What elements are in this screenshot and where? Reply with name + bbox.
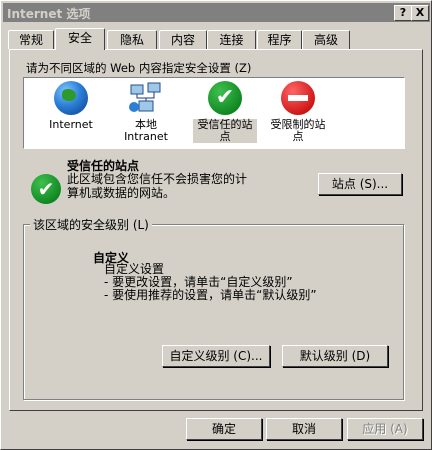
apply-button[interactable]: 应用 (A) — [347, 418, 423, 440]
zone-internet-label: Internet — [49, 118, 93, 131]
default-level-button[interactable]: 默认级别 (D) — [282, 345, 388, 367]
help-button[interactable]: ? — [394, 5, 412, 21]
tab-connections[interactable]: 连接 — [207, 30, 256, 49]
zone-trusted-sites-label: 受信任的站点 — [193, 119, 257, 143]
zone-trusted-sites[interactable]: ✔ 受信任的站点 — [187, 81, 263, 143]
zone-internet[interactable]: Internet — [33, 81, 109, 131]
zone-prompt: 请为不同区域的 Web 内容指定安全设置 (Z) — [26, 61, 252, 75]
zone-restricted-sites-label: 受限制的站点 — [270, 118, 326, 143]
intranet-icon — [129, 81, 163, 115]
tab-programs[interactable]: 程序 — [257, 30, 302, 49]
selected-zone-description: 此区域包含您信任不会损害您的计算机或数据的网站。 — [67, 172, 248, 200]
security-level-group — [23, 224, 404, 400]
zone-list: Internet 本地 Intranet ✔ 受信任的站点 受限制的站点 — [23, 77, 405, 149]
trusted-check-icon: ✔ — [208, 81, 242, 115]
window-title: Internet 选项 — [7, 7, 91, 21]
ok-button[interactable]: 确定 — [186, 418, 262, 440]
cancel-button[interactable]: 取消 — [266, 418, 342, 440]
tab-security[interactable]: 安全 — [55, 28, 105, 50]
title-bar[interactable]: Internet 选项 ? X — [3, 3, 430, 22]
tab-privacy[interactable]: 隐私 — [107, 30, 157, 49]
zone-restricted-sites[interactable]: 受限制的站点 — [260, 81, 336, 143]
security-level-label: 该区域的安全级别 (L) — [30, 216, 152, 233]
zone-local-intranet[interactable]: 本地 Intranet — [108, 81, 184, 143]
security-level-line-3: - 要使用推荐的设置，请单击“默认级别” — [104, 288, 317, 302]
close-button[interactable]: X — [411, 5, 429, 21]
globe-icon — [54, 81, 88, 115]
restricted-stop-icon — [281, 81, 315, 115]
tab-general[interactable]: 常规 — [8, 30, 54, 49]
sites-button[interactable]: 站点 (S)... — [318, 173, 402, 195]
custom-level-button[interactable]: 自定义级别 (C)... — [162, 345, 270, 367]
trusted-check-icon-large: ✔ — [31, 174, 61, 204]
tab-advanced[interactable]: 高级 — [302, 30, 350, 49]
tab-content[interactable]: 内容 — [159, 30, 207, 49]
zone-local-intranet-label: 本地 Intranet — [124, 118, 168, 143]
